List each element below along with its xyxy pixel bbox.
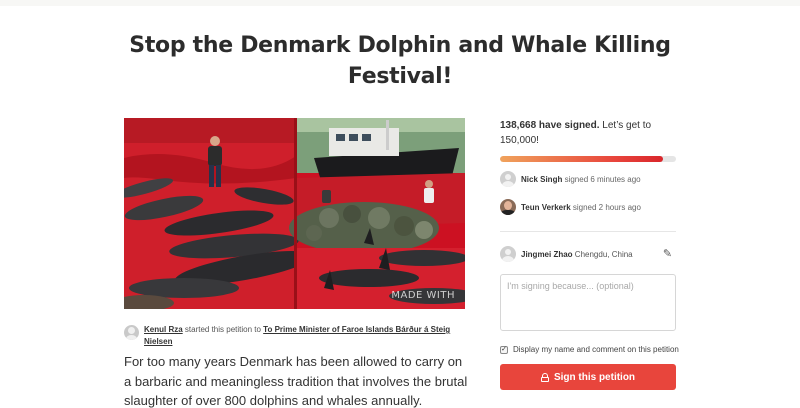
signer-time: signed 2 hours ago	[570, 203, 641, 212]
image-watermark: MADE WITH	[391, 290, 455, 301]
sign-sidebar: 138,668 have signed. Let’s get to 150,00…	[500, 118, 679, 390]
starter-avatar	[124, 325, 139, 340]
signer-time: signed 6 minutes ago	[562, 175, 641, 184]
starter-name-link[interactable]: Kenul Rza	[144, 325, 183, 334]
pencil-icon[interactable]: ✎	[661, 248, 674, 261]
top-strip	[0, 0, 800, 6]
current-user-name: Jingmei Zhao	[521, 250, 573, 259]
current-user: Jingmei Zhao Chengdu, China ✎	[500, 244, 676, 265]
signing-reason-input[interactable]	[500, 274, 676, 331]
user-avatar-icon	[500, 246, 516, 262]
display-name-label: Display my name and comment on this peti…	[513, 345, 679, 354]
signature-progress-fill	[500, 156, 663, 162]
photo-avatar-icon	[500, 199, 516, 215]
recent-signer: Teun Verkerk signed 2 hours ago	[500, 197, 676, 218]
display-name-checkbox[interactable]: ✓	[500, 346, 508, 354]
signature-count: 138,668 have signed. Let’s get to 150,00…	[500, 118, 676, 148]
starter-action-text: started this petition to	[182, 325, 264, 334]
sidebar-divider	[500, 231, 676, 232]
page-title: Stop the Denmark Dolphin and Whale Killi…	[129, 33, 671, 89]
petition-photo-illustration	[124, 118, 465, 309]
signer-name: Teun Verkerk	[521, 203, 571, 212]
recent-signer: Nick Singh signed 6 minutes ago	[500, 169, 676, 190]
default-avatar-icon	[500, 171, 516, 187]
signature-progress-bar	[500, 156, 676, 162]
sign-petition-button[interactable]: Sign this petition	[500, 364, 676, 390]
petition-starter: Kenul Rza started this petition to To Pr…	[124, 324, 469, 348]
sign-button-label: Sign this petition	[553, 371, 636, 383]
current-user-location: Chengdu, China	[574, 250, 633, 259]
display-name-option[interactable]: ✓ Display my name and comment on this pe…	[500, 344, 679, 356]
petition-description: For too many years Denmark has been allo…	[124, 354, 468, 408]
signer-name: Nick Singh	[521, 175, 563, 184]
signed-count-text: 138,668 have signed.	[500, 120, 600, 131]
petition-image[interactable]: MADE WITH	[124, 118, 465, 309]
lock-icon	[540, 372, 549, 382]
